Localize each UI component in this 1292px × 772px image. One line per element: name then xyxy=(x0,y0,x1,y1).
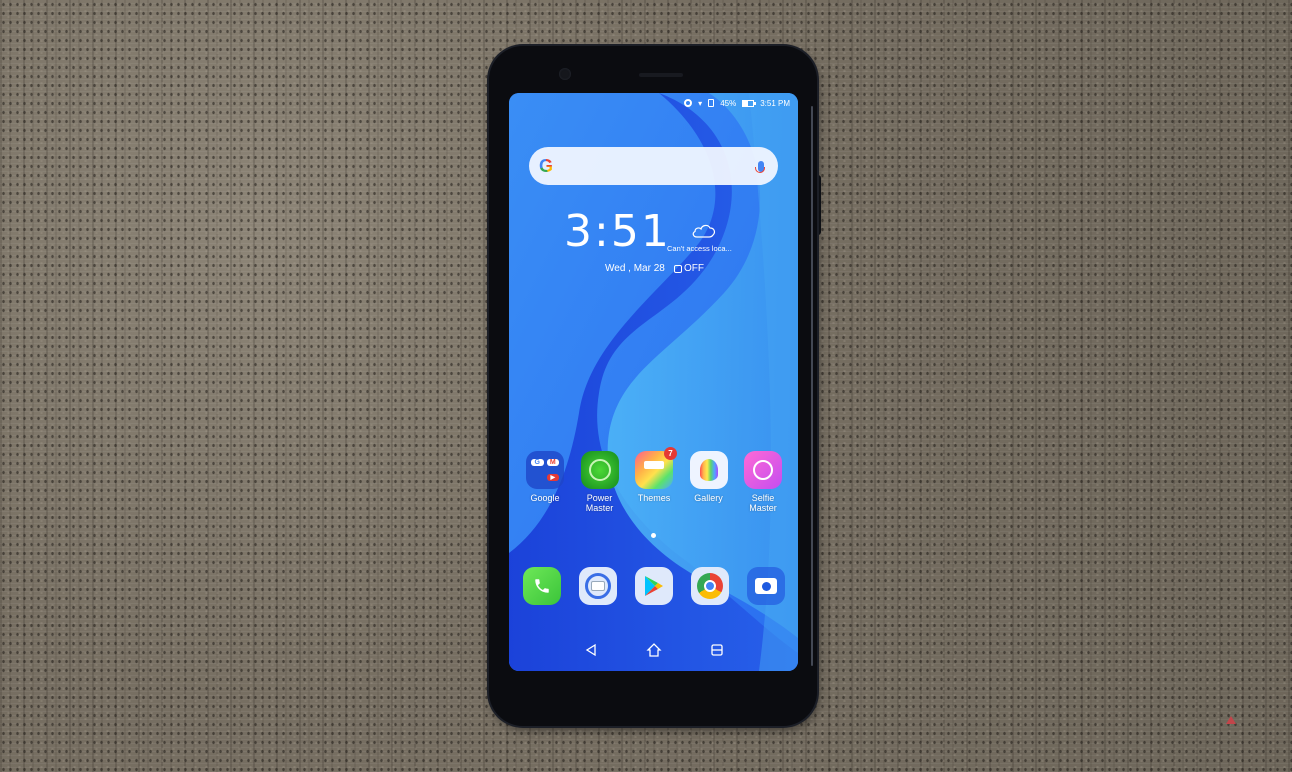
notification-badge: 7 xyxy=(664,447,677,460)
gmail-icon: M xyxy=(546,458,559,466)
wifi-icon: ▾ xyxy=(698,98,703,108)
weather-status[interactable]: Can't access loca... xyxy=(667,244,732,253)
chrome-icon[interactable] xyxy=(691,567,729,605)
google-app-icon: G xyxy=(531,458,544,466)
app-selfie-master[interactable]: Selfie Master xyxy=(741,451,785,514)
recents-icon xyxy=(710,644,723,656)
earpiece xyxy=(639,73,683,77)
gallery-icon xyxy=(689,451,728,489)
front-camera xyxy=(559,68,571,80)
back-button[interactable] xyxy=(581,640,601,660)
app-label: Google xyxy=(530,493,560,503)
clock-date: Wed , Mar 28 xyxy=(605,263,665,274)
phone-edge-highlight xyxy=(811,106,813,666)
dock xyxy=(523,567,785,605)
alarm-icon xyxy=(674,264,682,273)
phone-icon[interactable] xyxy=(523,567,561,605)
sync-icon xyxy=(684,99,693,107)
app-themes[interactable]: 7 Themes xyxy=(632,447,677,514)
mic-icon[interactable] xyxy=(755,160,765,173)
battery-icon xyxy=(742,99,757,107)
app-label: Themes xyxy=(637,493,671,503)
phone-screen: ▾ 45% 3:51 PM G 3:51 Can't access loca..… xyxy=(509,93,798,671)
app-label: Gallery xyxy=(694,493,723,503)
watermark-icon xyxy=(1226,716,1236,724)
google-search-bar[interactable]: G xyxy=(529,147,778,185)
power-master-icon xyxy=(580,451,619,489)
home-button[interactable] xyxy=(644,640,664,660)
page-indicator xyxy=(651,533,656,538)
battery-percent: 45% xyxy=(720,98,737,108)
google-logo-icon: G xyxy=(539,155,554,176)
messages-icon[interactable] xyxy=(579,567,617,605)
youtube-icon: ▶ xyxy=(546,474,559,482)
app-label: Power Master xyxy=(585,493,614,514)
app-power-master[interactable]: Power Master xyxy=(578,451,622,514)
recents-button[interactable] xyxy=(707,640,727,660)
selfie-master-icon xyxy=(744,451,782,489)
app-gallery[interactable]: Gallery xyxy=(687,451,731,514)
sim-icon xyxy=(708,99,715,107)
navigation-bar xyxy=(509,633,798,667)
alarm-label: OFF xyxy=(684,263,704,274)
google-folder-icon: G M ▶ xyxy=(526,451,564,489)
alarm-status[interactable]: OFF xyxy=(674,263,704,274)
back-icon xyxy=(585,643,596,657)
volume-button xyxy=(817,175,821,235)
camera-icon[interactable] xyxy=(747,567,785,605)
cloud-icon[interactable] xyxy=(691,223,717,239)
clock-time[interactable]: 3:51 xyxy=(564,210,671,254)
home-icon xyxy=(645,643,662,657)
play-store-icon[interactable] xyxy=(635,567,673,605)
home-app-row: G M ▶ Google Power Master 7 Themes Galle… xyxy=(523,447,785,514)
status-bar: ▾ 45% 3:51 PM xyxy=(509,93,798,113)
status-time: 3:51 PM xyxy=(760,98,790,108)
themes-icon: 7 xyxy=(635,447,677,489)
app-google-folder[interactable]: G M ▶ Google xyxy=(523,451,567,514)
app-label: Selfie Master xyxy=(749,493,777,514)
